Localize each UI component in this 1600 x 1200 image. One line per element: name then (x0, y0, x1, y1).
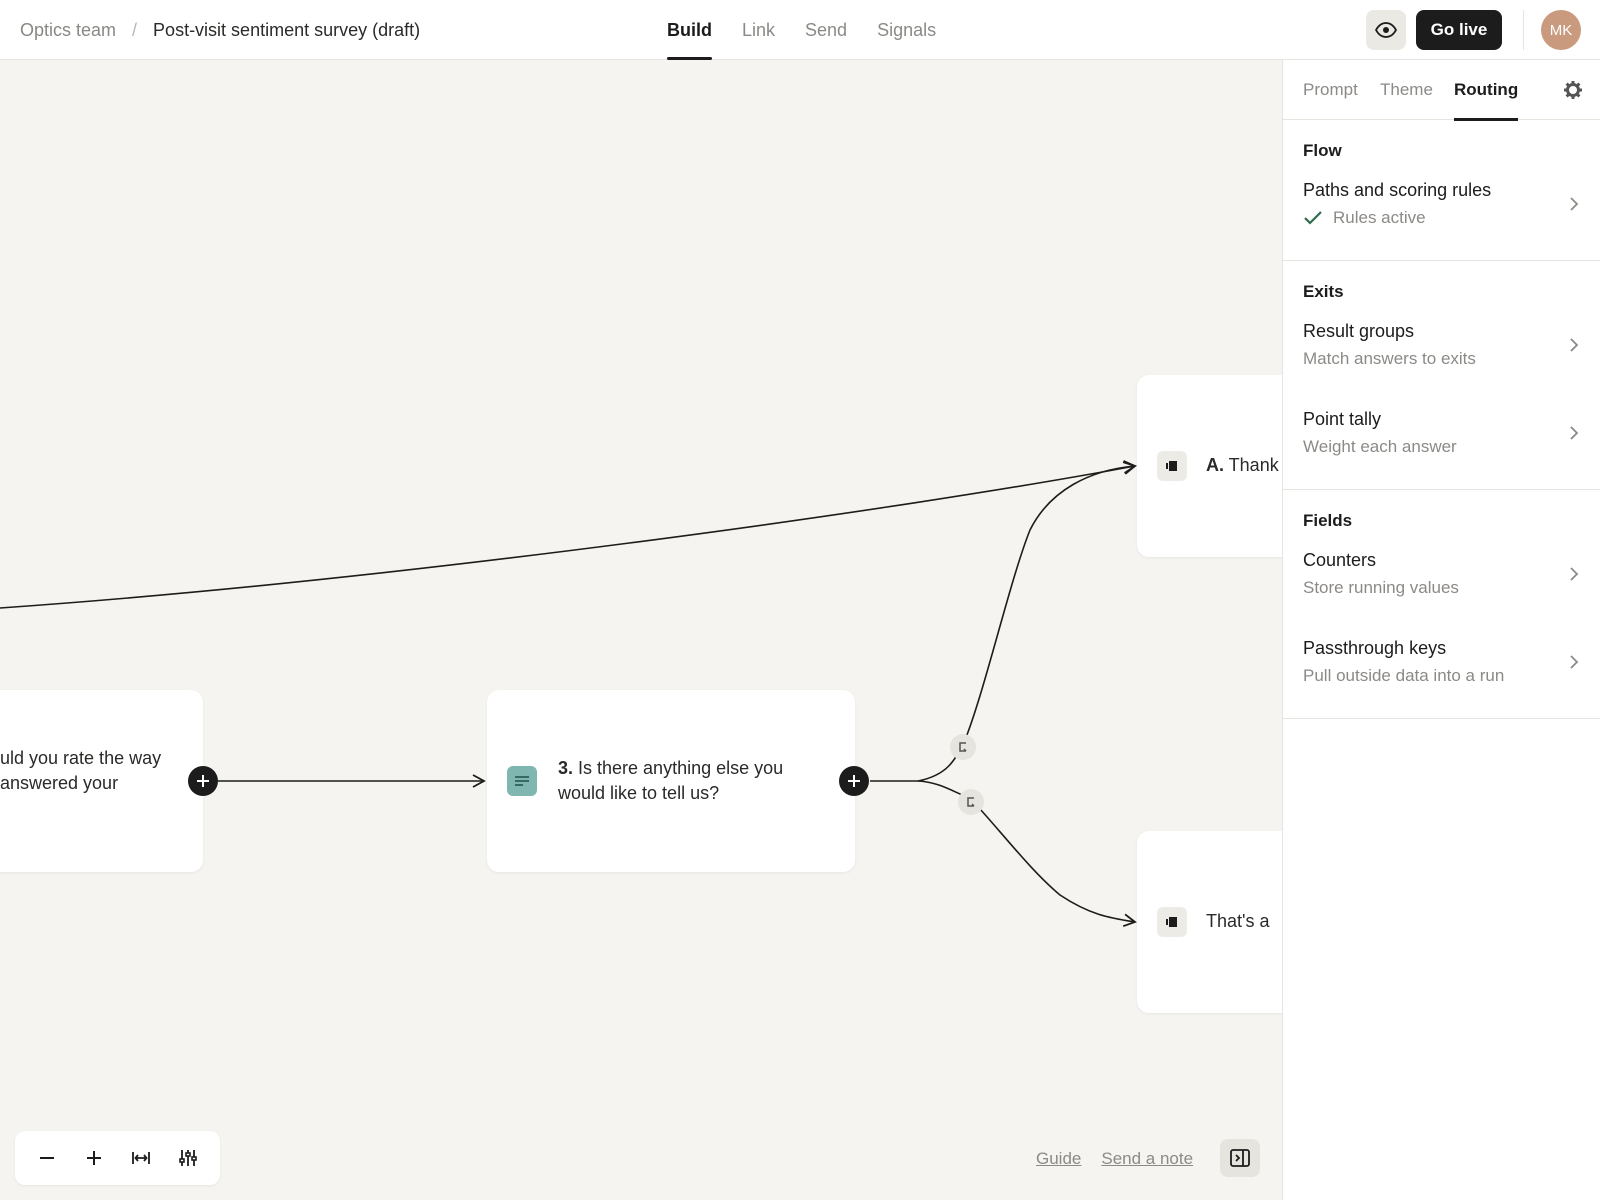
tab-signals[interactable]: Signals (877, 0, 936, 60)
flow-edges (0, 460, 1137, 928)
question-node-2[interactable]: uld you rate the way answered your (0, 690, 203, 872)
routing-panel: Prompt Theme Routing Flow Paths and scor… (1282, 60, 1600, 1200)
item-subtitle: Weight each answer (1303, 437, 1457, 456)
item-subtitle: Pull outside data into a run (1303, 666, 1505, 685)
gear-icon[interactable] (1563, 80, 1583, 100)
zoom-toolbar (15, 1131, 220, 1185)
go-live-button[interactable]: Go live (1416, 10, 1502, 50)
chevron-right-icon (1570, 567, 1579, 581)
layout-settings-button[interactable] (170, 1140, 206, 1176)
item-subtitle: Store running values (1303, 578, 1459, 597)
breadcrumb-team[interactable]: Optics team (20, 20, 116, 41)
branch-rule-chip[interactable] (958, 789, 984, 815)
zoom-in-button[interactable] (76, 1140, 112, 1176)
chevron-right-icon (1570, 197, 1579, 211)
fit-view-button[interactable] (123, 1140, 159, 1176)
item-subtitle: Match answers to exits (1303, 349, 1476, 368)
end-screen-b[interactable]: That's a (1137, 831, 1282, 1013)
minus-icon (39, 1157, 54, 1159)
add-step-button[interactable] (839, 766, 869, 796)
avatar[interactable]: MK (1541, 10, 1581, 50)
section-title: Flow (1303, 141, 1342, 160)
plus-icon (848, 775, 860, 787)
section-exits: Exits Result groups Match answers to exi… (1283, 261, 1600, 490)
item-title: Passthrough keys (1303, 638, 1447, 658)
question-3-number: 3. (558, 758, 574, 778)
long-text-icon (507, 766, 537, 796)
branch-rule-chip[interactable] (950, 734, 976, 760)
zoom-out-button[interactable] (29, 1140, 65, 1176)
item-status: Rules active (1333, 208, 1426, 227)
main-tabs: Build Link Send Signals (667, 0, 966, 60)
point-tally-item[interactable]: Point tally Weight each answer (1303, 397, 1600, 485)
sidebar-toggle-icon (1230, 1149, 1250, 1167)
question-3-text: 3. Is there anything else you would like… (558, 756, 828, 806)
tab-theme[interactable]: Theme (1380, 60, 1433, 120)
section-title: Exits (1303, 282, 1344, 301)
end-screen-a-label: A. (1206, 455, 1224, 475)
question-2-line-1: uld you rate the way (0, 748, 162, 768)
paths-scoring-rules-item[interactable]: Paths and scoring rules Rules active (1303, 168, 1600, 256)
survey-title[interactable]: Post-visit sentiment survey (draft) (153, 20, 420, 41)
preview-button[interactable] (1366, 10, 1406, 50)
eye-icon (1375, 22, 1397, 38)
passthrough-keys-item[interactable]: Passthrough keys Pull outside data into … (1303, 626, 1600, 714)
tab-link[interactable]: Link (742, 0, 775, 60)
chevron-right-icon (1570, 338, 1579, 352)
breadcrumb: Optics team / Post-visit sentiment surve… (20, 0, 420, 60)
tab-routing[interactable]: Routing (1454, 60, 1519, 121)
counters-item[interactable]: Counters Store running values (1303, 538, 1600, 626)
plus-icon (86, 1151, 101, 1165)
fit-width-icon (132, 1152, 151, 1164)
sliders-icon (179, 1150, 198, 1166)
item-title: Paths and scoring rules (1303, 180, 1492, 200)
edge-long-to-a (0, 461, 1137, 609)
question-2-line-2: answered your (0, 773, 119, 793)
section-fields: Fields Counters Store running values Pas… (1283, 490, 1600, 719)
end-screen-icon (1157, 451, 1187, 481)
tab-send[interactable]: Send (805, 0, 847, 60)
divider (1523, 10, 1524, 50)
end-screen-b-title: That's a (1206, 911, 1270, 931)
result-groups-item[interactable]: Result groups Match answers to exits (1303, 309, 1600, 397)
question-3-label: Is there anything else you would like to… (558, 758, 784, 803)
question-node-3[interactable]: 3. Is there anything else you would like… (487, 690, 855, 872)
end-screen-a[interactable]: A. Thank (1137, 375, 1282, 557)
guide-link[interactable]: Guide (1036, 1144, 1081, 1174)
send-note-link[interactable]: Send a note (1101, 1144, 1193, 1174)
toggle-panel-button[interactable] (1220, 1139, 1260, 1177)
item-title: Result groups (1303, 321, 1415, 341)
section-flow: Flow Paths and scoring rules Rules activ… (1283, 120, 1600, 261)
canvas-footer-links: Guide Send a note (1036, 1144, 1213, 1174)
tab-prompt[interactable]: Prompt (1303, 60, 1358, 120)
branch-icon (967, 797, 975, 807)
add-step-button[interactable] (188, 766, 218, 796)
plus-icon (197, 775, 209, 787)
branch-icon (959, 742, 967, 752)
tab-build[interactable]: Build (667, 0, 712, 60)
panel-tabs: Prompt Theme Routing (1283, 60, 1600, 121)
flow-canvas[interactable]: uld you rate the way answered your 3. Is… (0, 60, 1282, 1200)
end-screen-icon (1157, 907, 1187, 937)
section-title: Fields (1303, 511, 1353, 530)
breadcrumb-separator: / (132, 19, 138, 40)
end-screen-a-title: Thank (1224, 455, 1279, 475)
item-title: Counters (1303, 550, 1377, 570)
edge-q3-to-b (917, 780, 1137, 928)
top-bar: Optics team / Post-visit sentiment surve… (0, 0, 1600, 60)
end-screen-a-text: A. Thank (1206, 453, 1279, 478)
chevron-right-icon (1570, 426, 1579, 440)
check-icon (1304, 211, 1322, 225)
item-title: Point tally (1303, 409, 1382, 429)
chevron-right-icon (1570, 655, 1579, 669)
edge-q3-to-a (917, 460, 1137, 782)
